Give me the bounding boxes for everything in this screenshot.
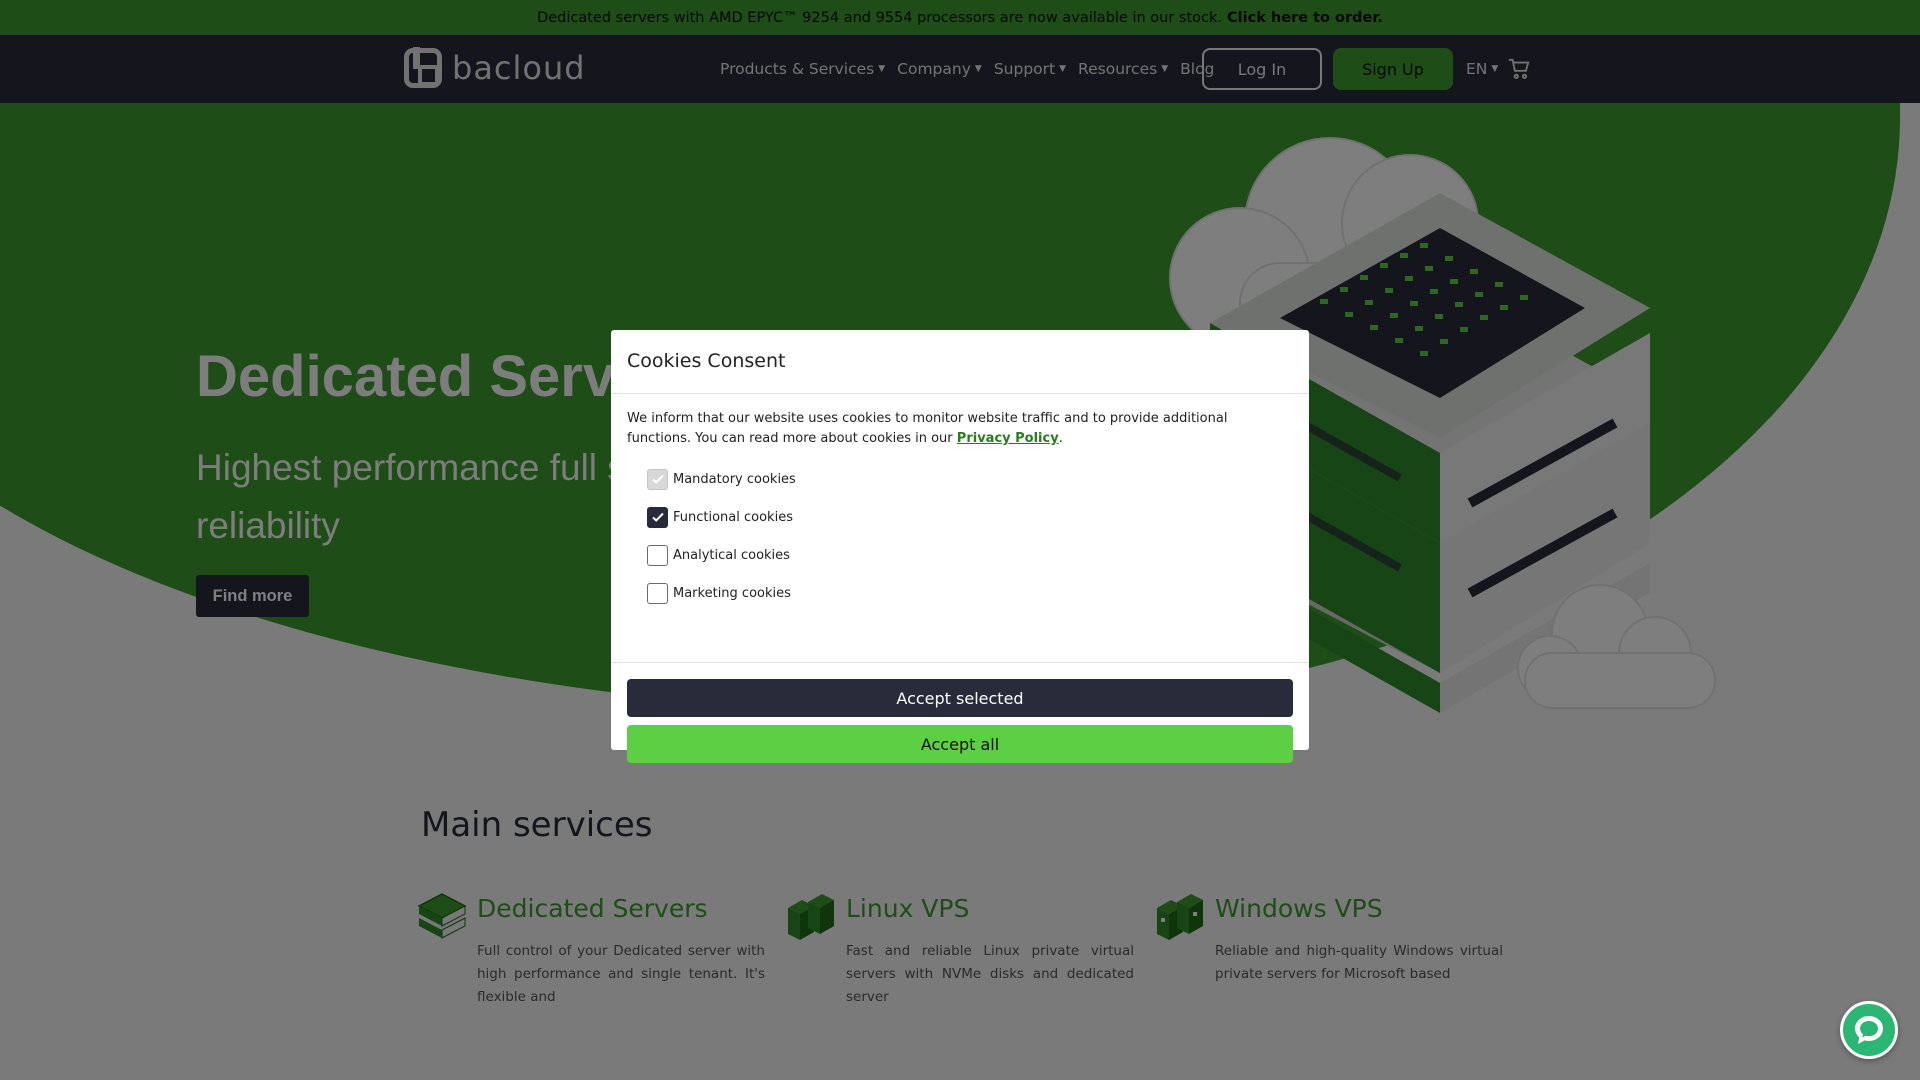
analytical-cookies-label[interactable]: Analytical cookies [673, 548, 790, 563]
cookie-info-text-body: We inform that our website uses cookies … [627, 411, 1228, 446]
mandatory-cookies-checkbox [647, 468, 668, 490]
chat-bubble-icon [1855, 1016, 1883, 1044]
cookie-consent-modal: Cookies Consent We inform that our websi… [611, 330, 1309, 763]
cookie-option-marketing: Marketing cookies [647, 574, 1293, 612]
cookie-info-text-end: . [1058, 431, 1063, 446]
functional-cookies-label[interactable]: Functional cookies [673, 510, 793, 525]
analytical-cookies-checkbox[interactable] [647, 544, 668, 566]
chat-widget-button[interactable] [1840, 1001, 1898, 1059]
cookie-option-functional: Functional cookies [647, 498, 1293, 536]
functional-cookies-checkbox[interactable] [647, 506, 668, 528]
check-icon [651, 512, 664, 522]
modal-body: We inform that our website uses cookies … [611, 394, 1309, 663]
marketing-cookies-checkbox[interactable] [647, 582, 668, 604]
modal-title: Cookies Consent [627, 350, 786, 372]
check-icon [651, 474, 664, 484]
privacy-policy-link[interactable]: Privacy Policy [957, 431, 1059, 446]
cookie-options: Mandatory cookies Functional cookies Ana… [647, 460, 1293, 612]
accept-selected-button[interactable]: Accept selected [627, 679, 1293, 717]
cookie-info-text: We inform that our website uses cookies … [627, 409, 1293, 449]
accept-all-button[interactable]: Accept all [627, 725, 1293, 763]
modal-footer: Accept selected Accept all [611, 663, 1309, 763]
modal-header: Cookies Consent [611, 330, 1309, 394]
cookie-option-analytical: Analytical cookies [647, 536, 1293, 574]
cookie-option-mandatory: Mandatory cookies [647, 460, 1293, 498]
marketing-cookies-label[interactable]: Marketing cookies [673, 586, 791, 601]
mandatory-cookies-label: Mandatory cookies [673, 471, 796, 487]
